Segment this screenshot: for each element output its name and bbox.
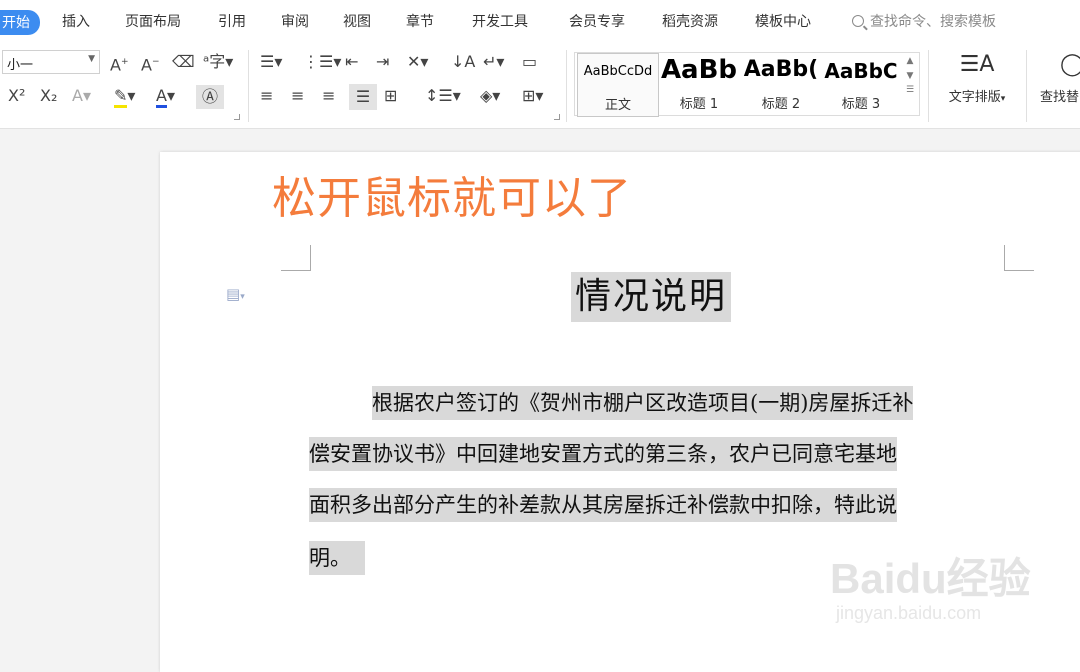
document-title[interactable]: 情况说明 (571, 272, 732, 322)
margin-corner-mark (1004, 245, 1034, 271)
divider (248, 50, 249, 122)
numbered-list-icon[interactable]: ⋮☰▾ (303, 52, 341, 72)
tab-insert[interactable]: 插入 (62, 11, 90, 31)
ribbon-toolbar: 小一 ▼ A+ A− ⌫ ᵃ字▾ X² X₂ A▾ ✎▾ A▾ Ⓐ ☰▾ ⋮☰▾… (0, 44, 1080, 129)
find-icon: ◯ (1060, 52, 1080, 77)
divider (566, 50, 567, 122)
align-right-icon[interactable]: ≡ (322, 86, 335, 106)
command-search[interactable]: 查找命令、搜索模板 (852, 11, 996, 31)
font-size-value: 小一 (7, 58, 34, 73)
character-border-icon[interactable]: Ⓐ (196, 85, 224, 109)
body-line[interactable]: 偿安置协议书》中回建地安置方式的第三条，农户已同意宅基地 (309, 437, 897, 471)
tab-docer-resources[interactable]: 稻壳资源 (662, 11, 718, 31)
menu-bar: 开始 插入 页面布局 引用 审阅 视图 章节 开发工具 会员专享 稻壳资源 模板… (0, 0, 1080, 44)
tutorial-caption: 松开鼠标就可以了 (272, 173, 632, 224)
baidu-watermark: Baidu经验 jingyan.baidu.com (830, 545, 1031, 623)
chevron-up-icon[interactable]: ▲ (900, 56, 920, 66)
text-layout-label: 文字排版 (948, 90, 1001, 105)
chevron-down-icon[interactable]: ▼ (900, 71, 920, 81)
style-sample: AaBbC (824, 59, 898, 83)
tab-home[interactable]: 开始 (0, 10, 40, 35)
body-line[interactable]: 面积多出部分产生的补差款从其房屋拆迁补偿款中扣除，特此说 (309, 488, 897, 522)
bullet-list-icon[interactable]: ☰▾ (260, 52, 282, 72)
clear-format-icon[interactable]: ⌫ (172, 52, 195, 72)
style-gallery-scroll[interactable]: ▲ ▼ ☰ (900, 52, 920, 116)
decrease-indent-icon[interactable]: ⇤ (345, 52, 358, 72)
search-placeholder: 查找命令、搜索模板 (870, 14, 996, 30)
text-effect-icon[interactable]: A▾ (72, 86, 91, 106)
shrink-font-icon[interactable]: A− (141, 52, 160, 75)
watermark-brand: Baidu经验 (830, 555, 1031, 602)
distributed-align-icon[interactable]: ⊞ (384, 86, 397, 106)
expand-gallery-icon[interactable]: ☰ (900, 85, 920, 95)
chinese-layout-icon[interactable]: ✕▾ (407, 52, 428, 72)
grow-font-icon[interactable]: A+ (110, 52, 129, 75)
tab-developer[interactable]: 开发工具 (472, 11, 528, 31)
tab-view[interactable]: 视图 (343, 11, 371, 31)
find-replace-button[interactable]: ◯ 查找替 (1040, 50, 1080, 105)
tab-review[interactable]: 审阅 (281, 11, 309, 31)
body-line[interactable]: 根据农户签订的《贺州市棚户区改造项目(一期)房屋拆迁补 (372, 386, 914, 420)
tab-section[interactable]: 章节 (406, 11, 434, 31)
chevron-down-icon: ▾ (1000, 94, 1006, 104)
divider (1026, 50, 1027, 122)
font-color-icon[interactable]: A▾ (156, 86, 175, 108)
increase-indent-icon[interactable]: ⇥ (376, 52, 389, 72)
watermark-url: jingyan.baidu.com (836, 603, 982, 623)
superscript-icon[interactable]: X² (8, 86, 25, 106)
divider (928, 50, 929, 122)
tab-template-center[interactable]: 模板中心 (755, 11, 811, 31)
tab-member[interactable]: 会员专享 (569, 11, 625, 31)
style-sample: AaBb (660, 55, 738, 85)
show-marks-icon[interactable]: ↵▾ (483, 52, 504, 72)
find-replace-label: 查找替 (1040, 90, 1080, 105)
style-heading-2[interactable]: AaBb( 标题 2 (741, 53, 821, 115)
sort-icon[interactable]: ↓A (451, 52, 475, 72)
font-size-select[interactable]: 小一 ▼ (2, 50, 100, 74)
style-sample: AaBbCcDd (583, 64, 653, 79)
paragraph-dialog-launcher[interactable] (554, 114, 560, 120)
style-normal[interactable]: AaBbCcDd 正文 (577, 53, 659, 117)
tab-references[interactable]: 引用 (218, 11, 246, 31)
search-icon (852, 15, 864, 27)
style-heading-1[interactable]: AaBb 标题 1 (659, 53, 739, 115)
align-center-icon[interactable]: ≡ (291, 86, 304, 106)
shading-icon[interactable]: ◈▾ (480, 86, 500, 106)
justify-icon[interactable]: ☰ (349, 84, 377, 110)
align-left-icon[interactable]: ≡ (260, 86, 273, 106)
style-heading-3[interactable]: AaBbC 标题 3 (823, 53, 899, 115)
ruler-icon[interactable]: ▭ (522, 52, 537, 72)
subscript-icon[interactable]: X₂ (40, 86, 57, 106)
text-layout-button[interactable]: ☰A 文字排版▾ (940, 50, 1014, 105)
chevron-down-icon: ▼ (88, 54, 95, 64)
style-label: 标题 1 (679, 97, 719, 112)
style-sample: AaBb( (743, 57, 819, 82)
highlight-color-icon[interactable]: ✎▾ (114, 86, 135, 108)
body-line[interactable]: 明。 (309, 541, 365, 575)
phonetic-guide-icon[interactable]: ᵃ字▾ (203, 52, 233, 72)
style-gallery: AaBbCcDd 正文 AaBb 标题 1 AaBb( 标题 2 AaBbC 标… (574, 52, 920, 117)
margin-corner-mark (281, 245, 311, 271)
tab-page-layout[interactable]: 页面布局 (125, 11, 181, 31)
line-spacing-icon[interactable]: ↕☰▾ (425, 86, 461, 106)
style-label: 标题 3 (841, 97, 881, 112)
paragraph-layout-icon[interactable]: ▤▾ (226, 285, 245, 303)
style-label: 正文 (604, 98, 631, 113)
style-label: 标题 2 (761, 97, 801, 112)
text-layout-icon: ☰A (959, 52, 995, 77)
borders-icon[interactable]: ⊞▾ (522, 86, 543, 106)
font-dialog-launcher[interactable] (234, 114, 240, 120)
